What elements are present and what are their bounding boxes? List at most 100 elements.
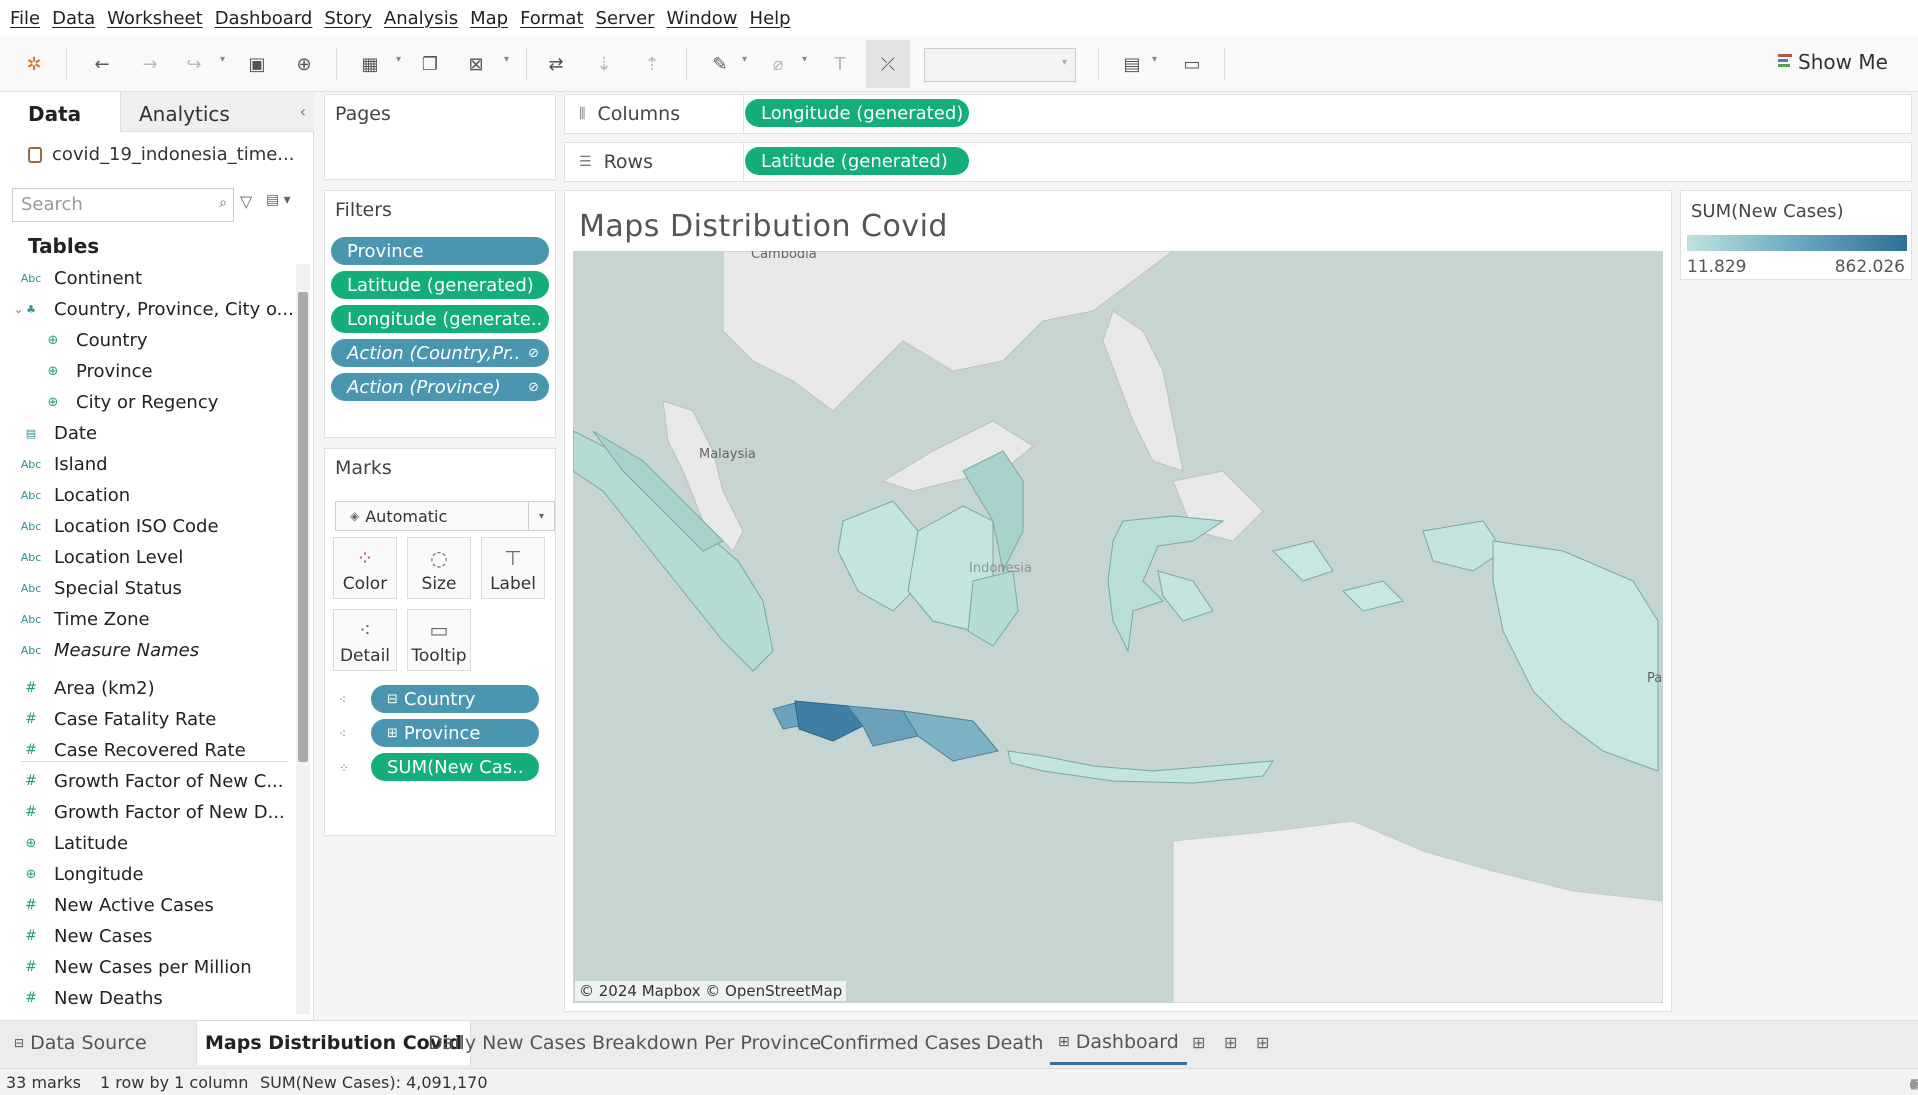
filmstrip-view-icon[interactable]: ▮ <box>1910 1077 1917 1091</box>
field-province[interactable]: ⊕ Province <box>42 357 153 385</box>
filter-pill-action-country[interactable]: Action (Country,Pr.. ⊘ <box>331 339 549 367</box>
rows-pill-latitude[interactable]: Latitude (generated) <box>745 147 969 175</box>
tooltip-button[interactable]: ▭ Tooltip <box>407 609 471 671</box>
color-button[interactable]: ⁘ Color <box>333 537 397 599</box>
presentation-mode-icon[interactable]: ▭ <box>1178 50 1206 78</box>
field-longitude[interactable]: ⊕ Longitude <box>20 860 144 888</box>
search-input[interactable] <box>13 189 203 219</box>
field-measure-names[interactable]: Abc Measure Names <box>20 636 199 664</box>
new-story-icon[interactable]: ⊞ <box>1256 1033 1269 1052</box>
color-icon[interactable]: ⁘ <box>339 761 349 775</box>
field-location-iso-code[interactable]: Abc Location ISO Code <box>20 512 219 540</box>
menu-map[interactable]: Map <box>464 8 514 29</box>
group-members-icon[interactable]: ⌀ <box>764 50 792 78</box>
filter-pill-latitude[interactable]: Latitude (generated) <box>331 271 549 299</box>
highlight-dropdown-icon[interactable]: ▾ <box>742 54 747 65</box>
mark-type-dropdown[interactable]: ◈ Automatic ▾ <box>335 501 555 531</box>
tab-data[interactable]: Data <box>0 92 120 132</box>
menu-help[interactable]: Help <box>744 8 797 29</box>
field-city-or-regency[interactable]: ⊕ City or Regency <box>42 388 219 416</box>
collapse-pane-icon[interactable]: ‹ <box>300 102 306 121</box>
field-special-status[interactable]: Abc Special Status <box>20 574 182 602</box>
new-worksheet-dropdown-icon[interactable]: ▾ <box>396 54 401 65</box>
tab-sheet-daily-new-cases[interactable]: Daily New Cases <box>420 1021 594 1065</box>
tab-sheet-dashboard[interactable]: ⊞ Dashboard <box>1050 1021 1187 1065</box>
detail-icon[interactable]: ⁖ <box>339 727 346 741</box>
sort-descending-icon[interactable]: ⇡ <box>638 50 666 78</box>
datasource-item[interactable]: covid_19_indonesia_time... <box>28 144 294 165</box>
tableau-logo-icon[interactable]: ✲ <box>20 50 48 78</box>
save-icon[interactable]: ▣ <box>243 50 271 78</box>
field-area-km2[interactable]: # Area (km2) <box>20 674 154 702</box>
scrollbar-thumb[interactable] <box>298 292 308 762</box>
new-worksheet-icon[interactable]: ▦ <box>356 50 384 78</box>
menu-story[interactable]: Story <box>318 8 378 29</box>
field-country[interactable]: ⊕ Country <box>42 326 148 354</box>
show-mark-labels-icon[interactable]: T <box>826 50 854 78</box>
new-worksheet-icon[interactable]: ⊞ <box>1192 1033 1205 1052</box>
field-new-cases[interactable]: # New Cases <box>20 922 152 950</box>
group-dropdown-icon[interactable]: ▾ <box>802 54 807 65</box>
clear-sheet-icon[interactable]: ⊠ <box>462 50 490 78</box>
detail-button[interactable]: ⁖ Detail <box>333 609 397 671</box>
tab-data-source[interactable]: ⊟ Data Source <box>6 1021 155 1065</box>
fit-dropdown[interactable]: ▾ <box>924 48 1076 82</box>
field-growth-factor-of-new-d[interactable]: # Growth Factor of New D... <box>20 798 285 826</box>
marks-pill-province[interactable]: ⊞ Province <box>371 719 539 747</box>
view-options-icon[interactable]: ▤ ▾ <box>266 192 291 208</box>
label-button[interactable]: ⊤ Label <box>481 537 545 599</box>
swap-rows-columns-icon[interactable]: ⇄ <box>542 50 570 78</box>
field-country-province-city-o[interactable]: ⌄ ♣ Country, Province, City o... <box>14 295 294 323</box>
replay-icon[interactable]: ↪ <box>180 50 208 78</box>
menu-format[interactable]: Format <box>514 8 589 29</box>
fix-axes-icon[interactable]: ⤫ <box>874 50 902 78</box>
sort-ascending-icon[interactable]: ⇣ <box>590 50 618 78</box>
field-location-level[interactable]: Abc Location Level <box>20 543 184 571</box>
marks-pill-sum-new-cases[interactable]: SUM(New Cas.. <box>371 753 539 781</box>
expand-caret-icon[interactable]: ⌄ <box>14 303 23 316</box>
tab-sheet-confirmed-cases[interactable]: Confirmed Cases <box>812 1021 989 1065</box>
field-date[interactable]: ▤ Date <box>20 419 97 447</box>
tab-sheet-death[interactable]: Death <box>978 1021 1051 1065</box>
field-growth-factor-of-new-c[interactable]: # Growth Factor of New C... <box>20 767 283 795</box>
field-location[interactable]: Abc Location <box>20 481 130 509</box>
filter-pill-longitude[interactable]: Longitude (generate.. <box>331 305 549 333</box>
field-new-active-cases[interactable]: # New Active Cases <box>20 891 214 919</box>
filter-pill-province[interactable]: Province <box>331 237 549 265</box>
menu-worksheet[interactable]: Worksheet <box>101 8 209 29</box>
color-legend[interactable]: SUM(New Cases) 11.829 862.026 <box>1680 190 1912 280</box>
filter-pill-action-province[interactable]: Action (Province) ⊘ <box>331 373 549 401</box>
map-attribution[interactable]: © 2024 Mapbox © OpenStreetMap <box>575 981 847 1001</box>
clear-sheet-dropdown-icon[interactable]: ▾ <box>504 54 509 65</box>
show-cards-dropdown-icon[interactable]: ▾ <box>1152 54 1157 65</box>
tab-analytics[interactable]: Analytics ‹ <box>120 92 314 132</box>
field-island[interactable]: Abc Island <box>20 450 108 478</box>
new-datasource-icon[interactable]: ⊕ <box>290 50 318 78</box>
field-latitude[interactable]: ⊕ Latitude <box>20 829 129 857</box>
filter-icon[interactable]: ▽ <box>240 192 252 211</box>
menu-server[interactable]: Server <box>590 8 661 29</box>
highlight-icon[interactable]: ✎ <box>706 50 734 78</box>
field-new-cases-per-million[interactable]: # New Cases per Million <box>20 953 252 981</box>
size-button[interactable]: ◌ Size <box>407 537 471 599</box>
menu-file[interactable]: File <box>4 8 46 29</box>
undo-icon[interactable]: ← <box>88 50 116 78</box>
duplicate-sheet-icon[interactable]: ❐ <box>416 50 444 78</box>
field-time-zone[interactable]: Abc Time Zone <box>20 605 150 633</box>
show-me-button[interactable]: Show Me <box>1778 50 1888 74</box>
map-canvas[interactable]: Cambodia Malaysia Indonesia Pa © 2024 Ma… <box>573 251 1663 1003</box>
detail-icon[interactable]: ⁖ <box>339 693 346 707</box>
menu-window[interactable]: Window <box>661 8 744 29</box>
redo-icon[interactable]: → <box>136 50 164 78</box>
tab-sheet-breakdown-per-province[interactable]: Breakdown Per Province <box>584 1021 829 1065</box>
field-case-recovered-rate[interactable]: # Case Recovered Rate <box>20 736 246 764</box>
field-continent[interactable]: Abc Continent <box>20 264 142 292</box>
marks-pill-country[interactable]: ⊟ Country <box>371 685 539 713</box>
columns-pill-longitude[interactable]: Longitude (generated) <box>745 99 969 127</box>
menu-analysis[interactable]: Analysis <box>378 8 464 29</box>
show-cards-icon[interactable]: ▤ <box>1118 50 1146 78</box>
new-dashboard-icon[interactable]: ⊞ <box>1224 1033 1237 1052</box>
menu-dashboard[interactable]: Dashboard <box>209 8 319 29</box>
search-icon[interactable]: ⌕ <box>219 195 227 211</box>
menu-data[interactable]: Data <box>46 8 101 29</box>
